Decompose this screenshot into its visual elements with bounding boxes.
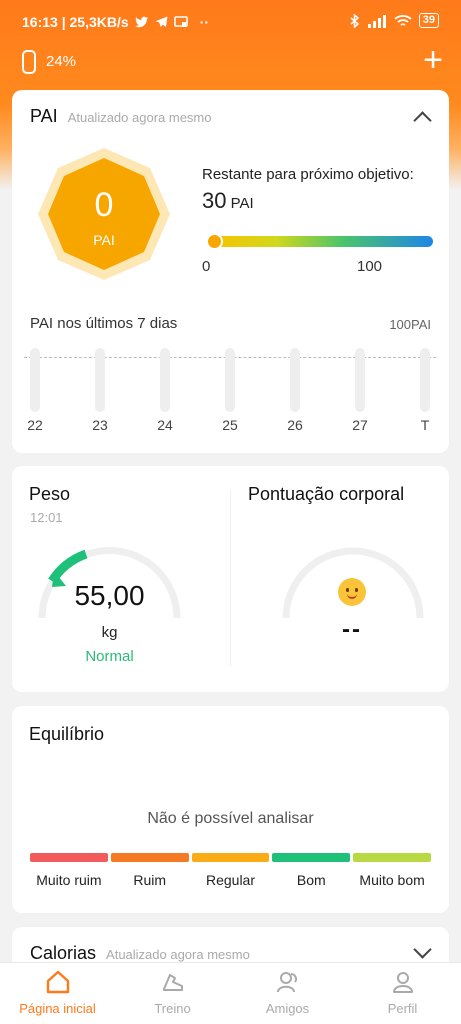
pai-day-label: 22 xyxy=(27,417,43,433)
pai-bar-min: 0 xyxy=(202,258,211,275)
pai-day-bar xyxy=(290,348,300,412)
band-battery-percent: 24% xyxy=(46,53,77,70)
balance-card[interactable]: Equilíbrio Não é possível analisar Muito… xyxy=(12,706,449,913)
pai-value: 0 xyxy=(94,186,114,224)
bottom-navigation: Página inicial Treino Amigos Perfil xyxy=(0,962,461,1024)
pai-day-bar xyxy=(420,348,430,412)
chevron-down-icon[interactable] xyxy=(413,940,432,959)
shoe-icon xyxy=(163,974,183,991)
device-row: 24% + xyxy=(0,42,461,80)
friends-icon xyxy=(277,972,297,993)
signal-icon xyxy=(367,14,386,28)
balance-level-label: Muito ruim xyxy=(36,872,102,888)
add-button[interactable]: + xyxy=(423,42,443,78)
pai-week-max: 100PAI xyxy=(389,317,431,332)
pai-day-label: 26 xyxy=(287,417,303,433)
balance-level-label: Ruim xyxy=(133,872,167,888)
more-notifications-icon: ·· xyxy=(199,14,209,30)
pai-day-bar xyxy=(355,348,365,412)
balance-level-label: Bom xyxy=(296,872,326,888)
pai-remaining: Restante para próximo objetivo: 30 PAI xyxy=(202,162,432,217)
home-icon xyxy=(46,970,70,994)
pai-remaining-unit: PAI xyxy=(230,195,254,212)
nav-friends-label: Amigos xyxy=(265,1001,310,1016)
pai-day-bar xyxy=(160,348,170,412)
pai-day-bar xyxy=(95,348,105,412)
nav-workout-label: Treino xyxy=(154,1001,191,1016)
nav-friends[interactable]: Amigos xyxy=(230,963,345,1024)
pai-day-label: 27 xyxy=(352,417,368,433)
nav-home[interactable]: Página inicial xyxy=(0,963,115,1024)
weight-title: Peso xyxy=(29,484,71,504)
battery-indicator: 39 xyxy=(418,13,439,28)
balance-title: Equilíbrio xyxy=(29,724,105,744)
bluetooth-icon xyxy=(350,13,359,28)
pai-card[interactable]: PAI Atualizado agora mesmo 0 PAI Restante… xyxy=(12,90,449,453)
calories-updated-text: Atualizado agora mesmo xyxy=(106,947,250,962)
weight-time: 12:01 xyxy=(30,510,63,525)
balance-segment xyxy=(272,853,351,862)
pai-bar-max: 100 xyxy=(357,258,383,275)
twitter-icon xyxy=(134,16,148,28)
nav-home-label: Página inicial xyxy=(19,1001,96,1016)
pai-day-bar xyxy=(225,348,235,412)
body-score-title: Pontuação corporal xyxy=(248,484,405,504)
pai-day-label: 23 xyxy=(92,417,108,433)
cast-icon xyxy=(173,16,188,27)
pai-day-bar xyxy=(30,348,40,412)
nav-profile[interactable]: Perfil xyxy=(345,963,460,1024)
pai-day-label: T xyxy=(420,417,430,433)
pai-remaining-value: 30 xyxy=(202,188,227,213)
balance-segment xyxy=(191,853,270,862)
body-score-value: -- xyxy=(342,616,362,643)
balance-level-label: Muito bom xyxy=(359,872,425,888)
pai-title: PAI xyxy=(30,106,58,126)
weight-unit: kg xyxy=(101,624,118,641)
pai-updated-text: Atualizado agora mesmo xyxy=(67,110,212,125)
weight-status: Normal xyxy=(85,648,134,665)
profile-icon xyxy=(393,972,413,993)
pai-progress-knob xyxy=(206,233,223,250)
pai-unit: PAI xyxy=(93,232,115,248)
balance-message: Não é possível analisar xyxy=(147,810,314,827)
pai-week-title: PAI nos últimos 7 dias xyxy=(30,315,178,332)
balance-segment xyxy=(110,853,189,862)
status-bar: 16:13 | 25,3KB/s ·· 39 xyxy=(0,0,461,44)
telegram-icon xyxy=(155,16,168,27)
smiley-face-icon xyxy=(338,578,366,606)
weight-value: 55,00 xyxy=(74,580,145,611)
nav-workout[interactable]: Treino xyxy=(115,963,230,1024)
status-time-speed: 16:13 | 25,3KB/s xyxy=(22,14,129,30)
wifi-icon xyxy=(394,14,412,26)
balance-level-label: Regular xyxy=(205,872,255,888)
pai-remaining-label: Restante para próximo objetivo: xyxy=(202,166,414,183)
pai-progress-bar xyxy=(208,236,433,247)
pai-day-label: 24 xyxy=(157,417,173,433)
smart-band-icon[interactable] xyxy=(22,50,36,74)
pai-day-label: 25 xyxy=(222,417,238,433)
chevron-up-icon[interactable] xyxy=(413,111,432,130)
calories-title: Calorias xyxy=(30,943,97,963)
balance-segment xyxy=(30,853,108,862)
nav-profile-label: Perfil xyxy=(387,1001,418,1016)
weight-body-card[interactable]: Peso 12:01 55,00 kg Normal Pontuação cor… xyxy=(12,466,449,692)
card-divider xyxy=(230,490,231,666)
balance-segment xyxy=(353,853,431,862)
